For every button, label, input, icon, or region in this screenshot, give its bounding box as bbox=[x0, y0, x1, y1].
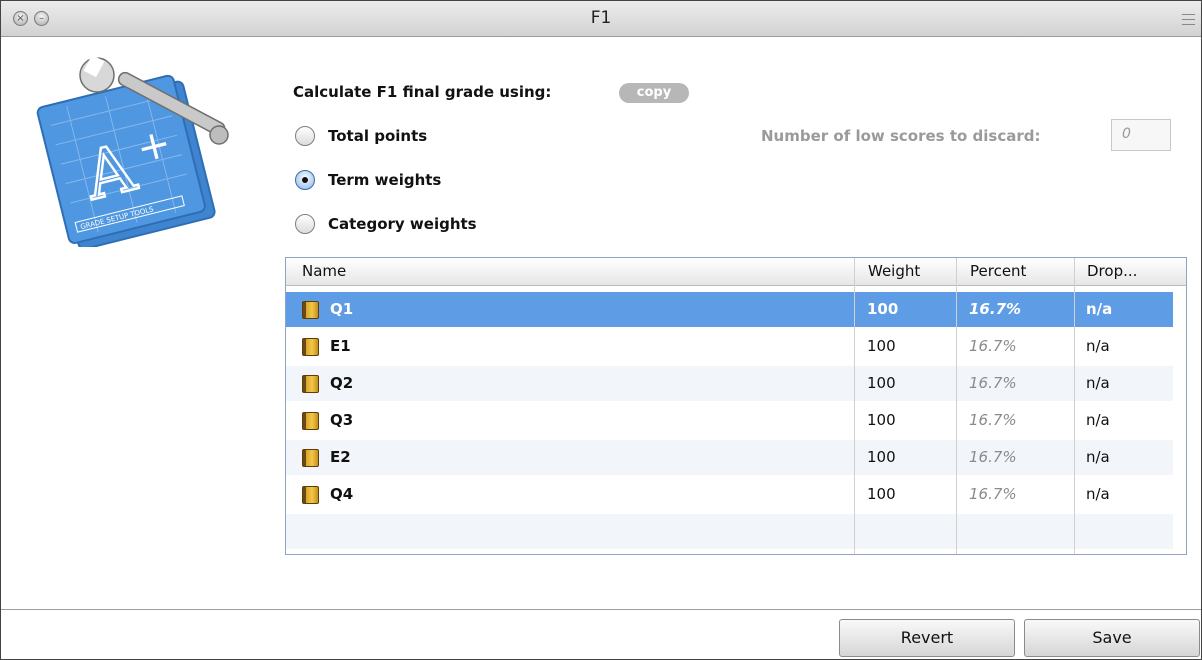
column-header-percent[interactable]: Percent bbox=[966, 258, 1026, 285]
radio-total-points[interactable] bbox=[295, 126, 315, 146]
menu-icon[interactable] bbox=[1182, 14, 1195, 25]
row-drop: n/a bbox=[1086, 485, 1110, 503]
book-icon bbox=[302, 301, 319, 319]
discard-count-field[interactable]: 0 bbox=[1111, 119, 1171, 151]
table-row[interactable]: Q2 100 16.7% n/a bbox=[286, 366, 1173, 401]
row-weight: 100 bbox=[867, 411, 896, 429]
window-title: F1 bbox=[590, 8, 612, 28]
row-drop: n/a bbox=[1086, 300, 1113, 318]
row-name: E2 bbox=[330, 448, 351, 466]
row-drop: n/a bbox=[1086, 411, 1110, 429]
row-weight: 100 bbox=[867, 448, 896, 466]
revert-button[interactable]: Revert bbox=[839, 619, 1015, 657]
column-divider bbox=[854, 258, 855, 554]
terms-table: Name Weight Percent Drop... Q1 100 16.7%… bbox=[285, 257, 1187, 555]
option-term-weights[interactable]: Term weights bbox=[295, 167, 441, 193]
table-row[interactable]: Q3 100 16.7% n/a bbox=[286, 403, 1173, 438]
book-icon bbox=[302, 449, 319, 467]
table-row[interactable]: E1 100 16.7% n/a bbox=[286, 329, 1173, 364]
save-button[interactable]: Save bbox=[1024, 619, 1200, 657]
column-header-drop[interactable]: Drop... bbox=[1083, 258, 1137, 285]
row-weight: 100 bbox=[867, 337, 896, 355]
book-icon bbox=[302, 486, 319, 504]
row-name: E1 bbox=[330, 337, 351, 355]
radio-category-weights[interactable] bbox=[295, 214, 315, 234]
table-row[interactable]: E2 100 16.7% n/a bbox=[286, 440, 1173, 475]
row-percent: 16.7% bbox=[969, 448, 1017, 466]
option-label: Term weights bbox=[328, 171, 442, 189]
column-header-weight[interactable]: Weight bbox=[864, 258, 920, 285]
row-percent: 16.7% bbox=[969, 411, 1017, 429]
row-name: Q4 bbox=[330, 485, 354, 503]
discard-label: Number of low scores to discard: bbox=[761, 127, 1041, 145]
option-category-weights[interactable]: Category weights bbox=[295, 211, 477, 237]
book-icon bbox=[302, 412, 319, 430]
row-name: Q3 bbox=[330, 411, 354, 429]
row-name: Q2 bbox=[330, 374, 354, 392]
row-drop: n/a bbox=[1086, 374, 1110, 392]
grade-method-label: Calculate F1 final grade using: bbox=[293, 83, 552, 101]
row-weight: 100 bbox=[867, 485, 896, 503]
column-divider bbox=[1074, 258, 1075, 554]
empty-row bbox=[286, 514, 1173, 549]
table-row[interactable]: Q1 100 16.7% n/a bbox=[286, 292, 1173, 327]
app-window: × – F1 A + GRADE SETUP TOOLS Calculate F… bbox=[0, 0, 1202, 660]
grade-setup-tools-icon: A + GRADE SETUP TOOLS bbox=[36, 54, 229, 247]
book-icon bbox=[302, 375, 319, 393]
copy-button[interactable]: copy bbox=[619, 83, 689, 103]
row-weight: 100 bbox=[867, 300, 899, 318]
row-percent: 16.7% bbox=[969, 300, 1022, 318]
radio-term-weights[interactable] bbox=[295, 170, 315, 190]
row-name: Q1 bbox=[330, 300, 354, 318]
table-row[interactable]: Q4 100 16.7% n/a bbox=[286, 477, 1173, 512]
table-header: Name Weight Percent Drop... bbox=[286, 258, 1186, 286]
title-bar: × – F1 bbox=[1, 1, 1201, 37]
row-percent: 16.7% bbox=[969, 485, 1017, 503]
option-label: Total points bbox=[328, 127, 428, 145]
table-scroll-edge bbox=[1174, 286, 1186, 554]
row-drop: n/a bbox=[1086, 337, 1110, 355]
column-divider bbox=[956, 258, 957, 554]
row-drop: n/a bbox=[1086, 448, 1110, 466]
footer-divider bbox=[1, 609, 1201, 610]
row-weight: 100 bbox=[867, 374, 896, 392]
option-total-points[interactable]: Total points bbox=[295, 123, 427, 149]
row-percent: 16.7% bbox=[969, 374, 1017, 392]
book-icon bbox=[302, 338, 319, 356]
option-label: Category weights bbox=[328, 215, 477, 233]
column-header-name[interactable]: Name bbox=[298, 258, 346, 285]
row-percent: 16.7% bbox=[969, 337, 1017, 355]
